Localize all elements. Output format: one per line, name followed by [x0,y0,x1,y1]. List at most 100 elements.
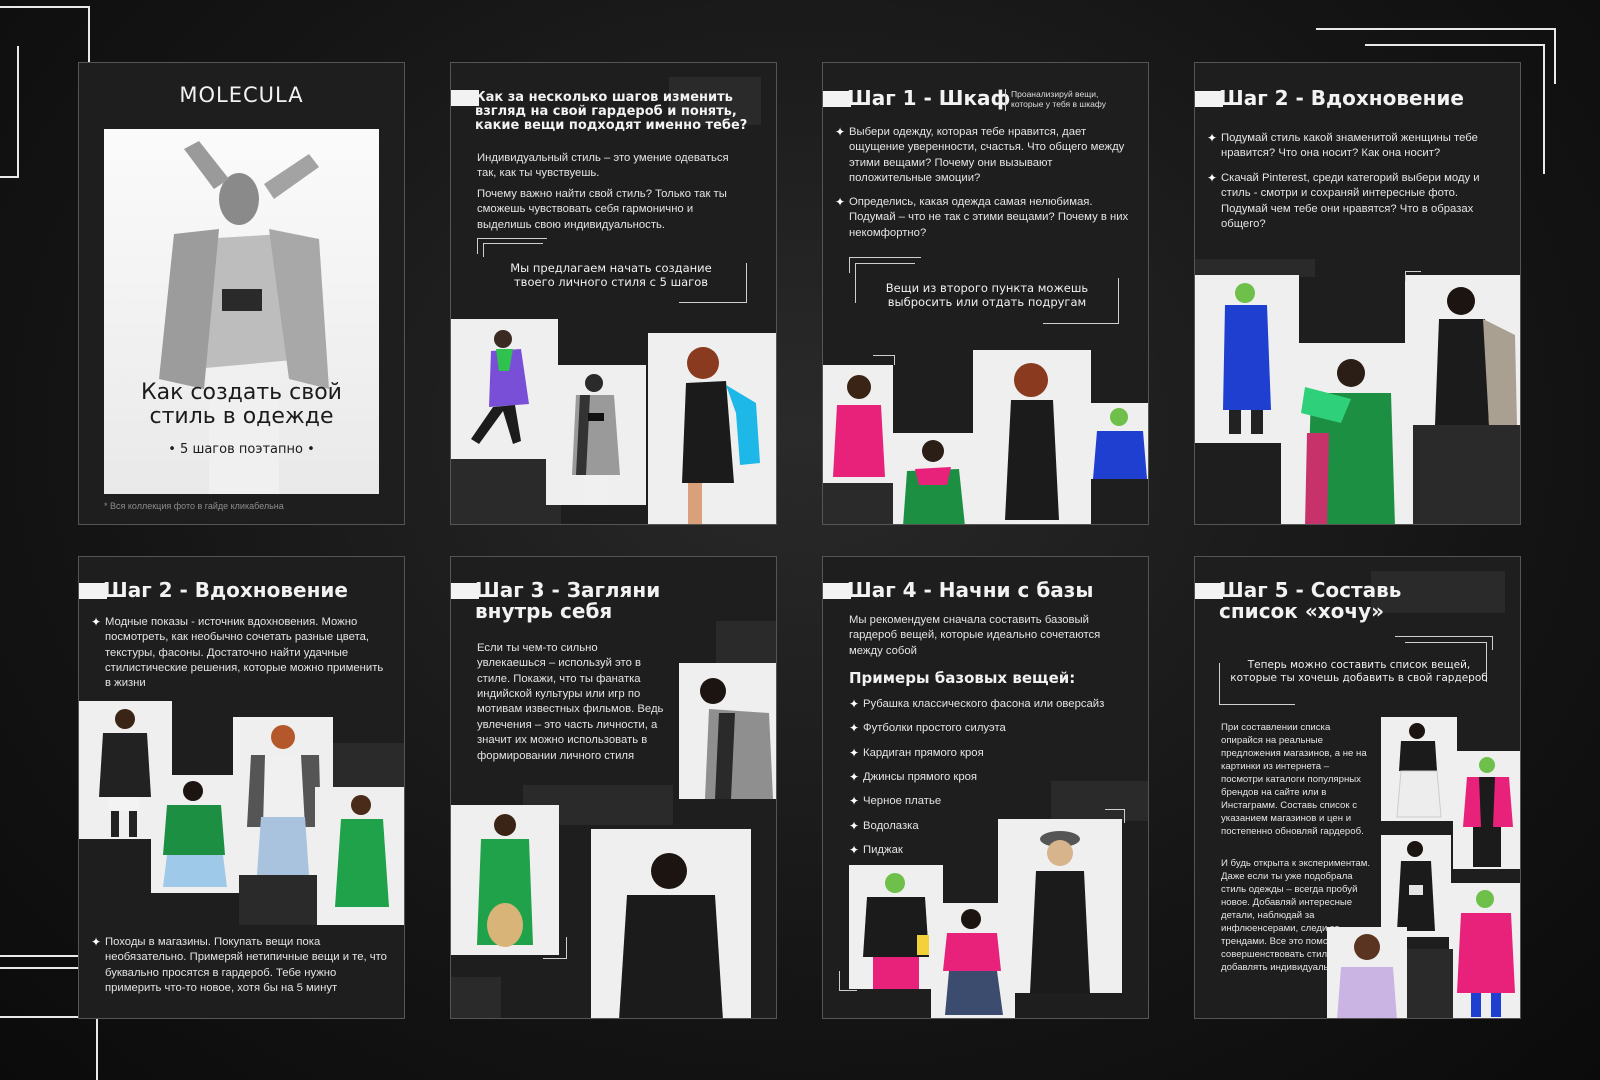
step2a-bullet-2: ✦ Скачай Pinterest, среди категорий выбер… [1207,171,1480,231]
callout-bracket-bottom [1043,278,1119,324]
step2a-bullet-1: ✦ Подумай стиль какой знаменитой женщины … [1207,131,1478,160]
photo-plaid-shirt[interactable] [679,663,776,799]
frame-line-left [0,46,19,178]
star-bullet-icon: ✦ [835,195,846,209]
dark-block [823,483,895,524]
model-image [943,909,1003,1015]
intro-title: Как за несколько шагов изменить взгляд н… [475,90,748,133]
page-cover: MOLECULA Как создать свой стиль в одежде… [78,62,405,525]
dark-block [239,875,317,925]
step2a-title: Шаг 2 - Вдохновение [1219,86,1464,110]
dark-block [716,621,776,663]
step5-paragraph-1: При составлении списка опирайся на реаль… [1221,722,1367,838]
photo-green-dress[interactable] [315,787,404,925]
model-image [1301,359,1395,524]
cover-subtitle: • 5 шагов поэтапно • [168,442,315,457]
photo-pink-cardigan[interactable] [1453,751,1520,869]
model-image [163,781,227,887]
frame-line-bottom-left-vert [0,1016,98,1080]
cover-photo[interactable]: Как создать свой стиль в одежде • 5 шаго… [104,129,379,494]
model-image [1397,841,1435,931]
photo-yellow-patch-sweater[interactable] [849,865,943,989]
step2b-bullet-1: ✦ Модные показы - источник вдохновения. М… [91,615,384,690]
photo-black-dress[interactable] [973,350,1091,524]
photo-green-polka-dress[interactable] [451,805,559,955]
photo-cyan-sleeves[interactable] [648,333,776,524]
page-step4: Шаг 4 - Начни с базы Мы рекомендуем снач… [822,556,1149,1019]
step3-title: Шаг 3 - Загляни внутрь себя [475,578,661,624]
intro-paragraph-1: Индивидуальный стиль – это умение одеват… [477,152,729,180]
step1-title: Шаг 1 - Шкаф [847,86,1011,110]
model-image [1396,723,1442,818]
step3-title-line1: Шаг 3 - Загляни [475,578,661,602]
model-image [1457,890,1515,1017]
step4-intro: Мы рекомендуем сначала составить базовый… [849,614,1101,657]
dark-block [451,977,501,1018]
star-bullet-icon: ✦ [849,818,860,833]
photo-white-pants[interactable] [1381,717,1457,821]
page-step2a: Шаг 2 - Вдохновение ✦ Подумай стиль какой… [1194,62,1521,525]
page-step2b: Шаг 2 - Вдохновение ✦ Модные показы - ист… [78,556,405,1019]
step3-title-line2: внутрь себя [475,599,613,624]
photo-plaid-scarf[interactable] [1281,343,1415,524]
photo-blue-sweater[interactable] [1089,403,1148,479]
frame-line-bottom-left [0,955,80,969]
title-divider [1005,89,1006,111]
step2b-title: Шаг 2 - Вдохновение [103,578,348,602]
photo-beige-coat[interactable] [1405,275,1520,425]
photo-black-sweater[interactable] [591,829,751,1018]
callout-bracket-bottom [679,263,747,303]
photo-black-dress-slit[interactable] [1381,835,1451,937]
star-bullet-icon: ✦ [849,794,860,809]
photo-pink-sweater[interactable] [931,903,1015,1018]
model-image [1005,363,1059,520]
photo-pink-dress[interactable] [823,365,893,483]
star-bullet-icon: ✦ [835,125,846,139]
star-bullet-icon: ✦ [849,843,860,858]
callout-bracket-bottom [1219,663,1295,705]
page-intro: Как за несколько шагов изменить взгляд н… [450,62,777,525]
step5-title-line2: список «хочу» [1219,599,1385,624]
callout-bracket-top-inner [483,243,543,257]
list-item: ✦ Футболки простого силуэта [849,721,1006,736]
step1-bullet-1: ✦ Выбери одежду, которая тебе нравится, д… [835,125,1125,185]
corner-bracket [1405,271,1421,281]
cover-title-line2: стиль в одежде [149,404,334,430]
model-image [682,347,760,524]
model-image [1463,757,1513,867]
step4-title: Шаг 4 - Начни с базы [847,578,1094,602]
model-image [572,374,620,505]
dark-block [451,453,561,524]
photo-green-sweater[interactable] [893,433,977,524]
model-image [477,814,533,947]
page-step1: Шаг 1 - Шкаф Проанализируй вещи, которые… [822,62,1149,525]
star-bullet-icon: ✦ [1207,171,1218,185]
page-step3: Шаг 3 - Загляни внутрь себя Если ты чем-… [450,556,777,1019]
photo-black-turtleneck[interactable] [998,819,1122,993]
model-image [471,330,529,444]
model-image [619,853,723,1018]
dark-block [1407,949,1453,1018]
cover-title-line1: Как создать свой [141,380,342,405]
logo: MOLECULA [179,83,304,107]
star-bullet-icon: ✦ [91,615,102,629]
model-image [1030,831,1090,993]
photo-green-sweater[interactable] [151,775,239,893]
model-image [1093,408,1147,479]
photo-plaid-coat[interactable] [546,365,646,505]
model-image [1435,287,1517,425]
step2b-bullet-2: ✦ Походы в магазины. Покупать вещи пока н… [91,935,387,995]
photo-floral-top[interactable] [1327,927,1407,1018]
list-item: ✦ Кардиган прямого кроя [849,745,984,760]
star-bullet-icon: ✦ [849,721,860,736]
photo-purple-coat[interactable] [451,319,558,459]
intro-paragraph-2: Почему важно найти свой стиль? Только та… [477,188,727,231]
photo-pink-dress[interactable] [1449,883,1520,1018]
model-image [1337,934,1397,1018]
list-item: ✦ Рубашка классического фасона или оверса… [849,697,1105,711]
model-image [903,440,965,524]
model-image [700,678,773,799]
star-bullet-icon: ✦ [849,697,860,711]
model-image [335,795,389,907]
corner-bracket [873,355,895,365]
